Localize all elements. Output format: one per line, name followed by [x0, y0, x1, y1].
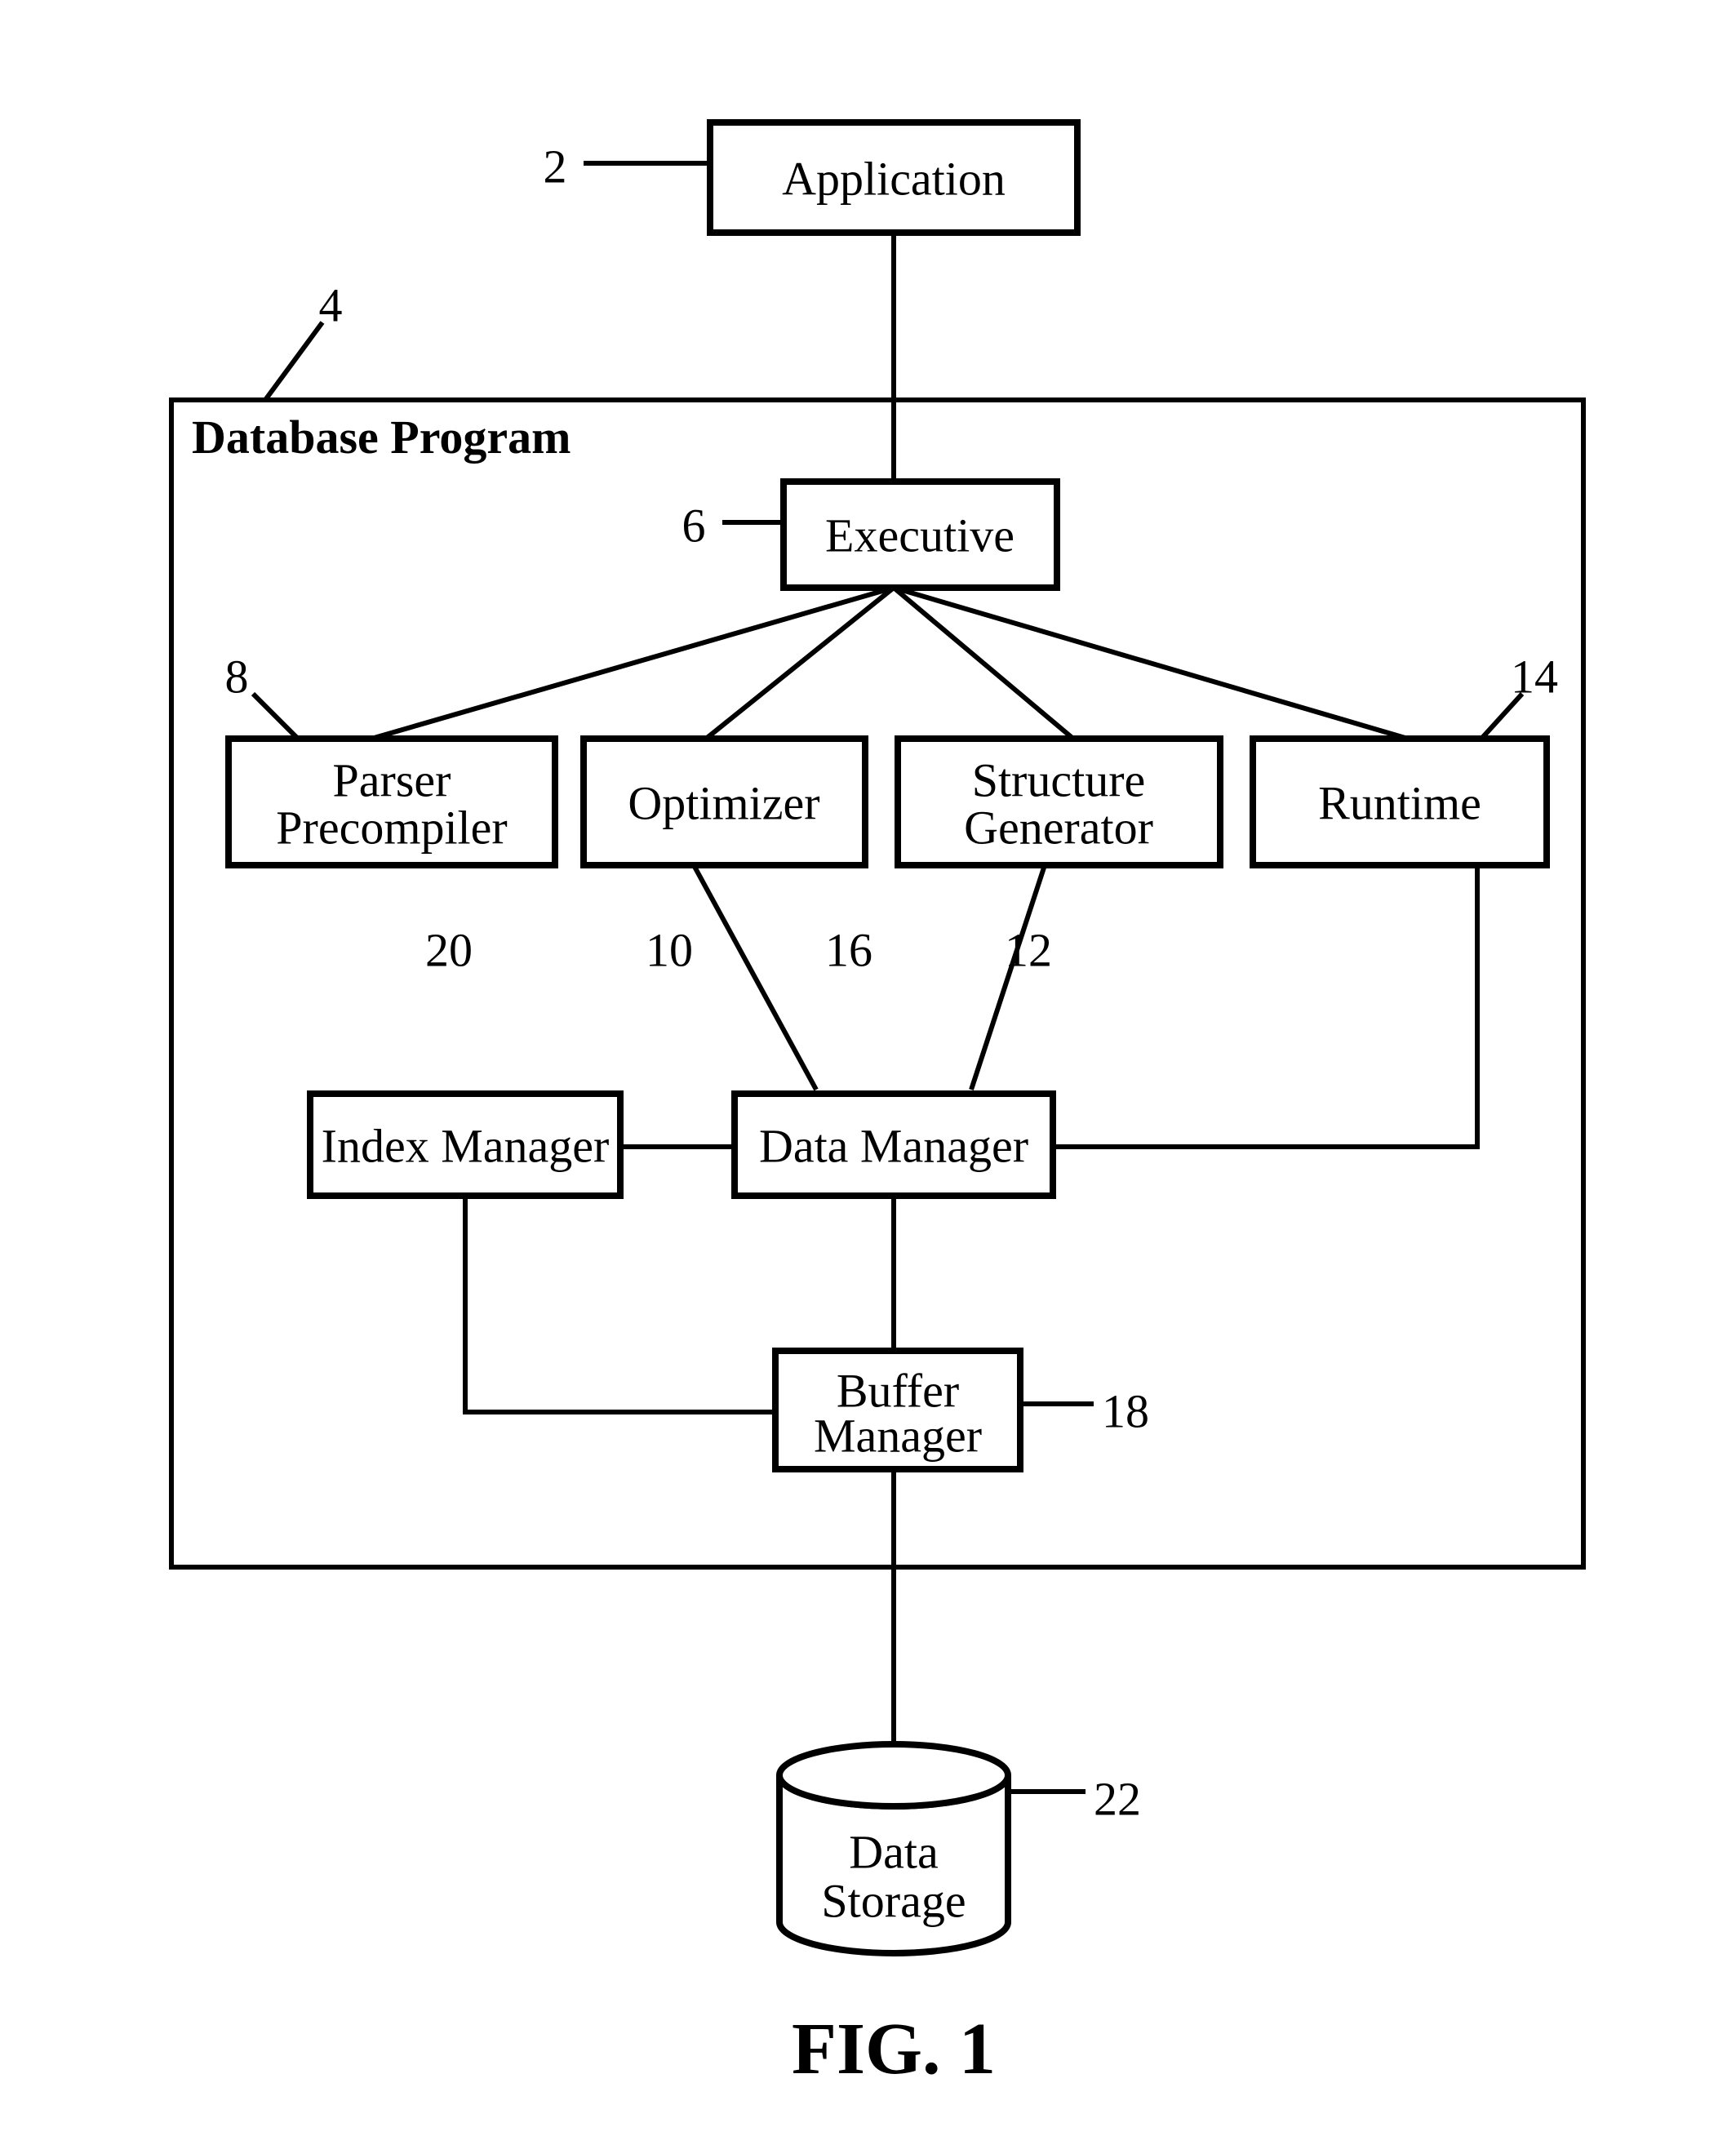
- edge-structuregen-datamgr: [971, 865, 1045, 1090]
- node-application-label: Application: [782, 152, 1006, 205]
- ref-14: 14: [1511, 650, 1558, 703]
- edge-indexmgr-buffermgr: [465, 1196, 775, 1412]
- edge-executive-optimizer: [706, 588, 894, 739]
- ref-4: 4: [319, 278, 343, 331]
- ref-12: 12: [1005, 923, 1052, 976]
- node-runtime: Runtime: [1253, 739, 1547, 865]
- node-optimizer: Optimizer: [584, 739, 865, 865]
- node-parser-precompiler: Parser Precompiler: [229, 739, 555, 865]
- node-optimizer-label: Optimizer: [628, 776, 819, 829]
- node-executive-label: Executive: [825, 508, 1015, 562]
- node-datastorage-label2: Storage: [821, 1874, 966, 1927]
- edge-executive-parser: [371, 588, 894, 739]
- diagram-svg: Database Program Application Executive P…: [0, 0, 1736, 2145]
- ref-18: 18: [1102, 1384, 1149, 1437]
- figure-caption: FIG. 1: [792, 2009, 996, 2089]
- node-structure-generator: Structure Generator: [898, 739, 1220, 865]
- node-runtime-label: Runtime: [1318, 776, 1481, 829]
- node-buffermgr-label2: Manager: [814, 1409, 982, 1462]
- edge-executive-runtime: [894, 588, 1408, 739]
- node-structuregen-label2: Generator: [964, 801, 1153, 854]
- ref-10: 10: [646, 923, 693, 976]
- leader-ref-4: [265, 322, 322, 400]
- node-parser-label2: Precompiler: [276, 801, 507, 854]
- node-data-storage: Data Storage: [779, 1744, 1008, 1953]
- container-title: Database Program: [192, 411, 571, 464]
- node-executive: Executive: [784, 482, 1057, 588]
- ref-20: 20: [425, 923, 473, 976]
- node-parser-label1: Parser: [333, 753, 451, 806]
- ref-22: 22: [1094, 1772, 1141, 1825]
- edge-runtime-datamgr: [1053, 865, 1477, 1147]
- node-datastorage-label1: Data: [849, 1825, 939, 1878]
- edge-optimizer-datamgr: [694, 865, 816, 1090]
- ref-16: 16: [825, 923, 872, 976]
- leader-ref-8: [253, 694, 298, 739]
- node-structuregen-label1: Structure: [972, 753, 1146, 806]
- ref-2: 2: [544, 140, 567, 193]
- edge-executive-structuregen: [894, 588, 1073, 739]
- node-indexmgr-label: Index Manager: [322, 1119, 610, 1172]
- node-application: Application: [710, 122, 1077, 233]
- node-buffer-manager: Buffer Manager: [775, 1351, 1020, 1469]
- ref-8: 8: [225, 650, 249, 703]
- node-data-manager: Data Manager: [735, 1094, 1053, 1196]
- node-index-manager: Index Manager: [310, 1094, 620, 1196]
- ref-6: 6: [682, 499, 706, 552]
- node-datamgr-label: Data Manager: [759, 1119, 1028, 1172]
